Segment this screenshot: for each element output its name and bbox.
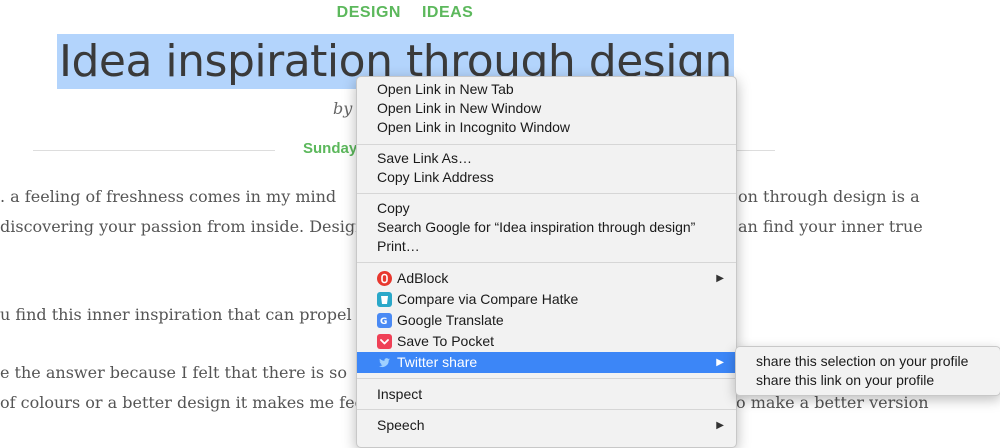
paragraph-text-left: e the answer because I felt that there i…	[0, 363, 347, 382]
menu-item-label: Open Link in Incognito Window	[377, 119, 570, 135]
menu-item-label: Compare via Compare Hatke	[397, 291, 579, 307]
menu-separator	[357, 409, 736, 410]
menu-item-print[interactable]: Print…	[357, 236, 736, 257]
paragraph-text-left: of colours or a better design it makes m…	[0, 393, 365, 412]
menu-item-label: Copy Link Address	[377, 169, 494, 185]
compare-hatke-icon	[377, 292, 392, 307]
menu-item-label: AdBlock	[397, 270, 449, 286]
menu-item-label: Twitter share	[397, 354, 478, 370]
paragraph-text-left: u find this inner inspiration that can p…	[0, 305, 366, 324]
menu-item-label: Copy	[377, 200, 410, 216]
submenu-arrow-icon: ▶	[716, 273, 724, 284]
pocket-icon	[377, 334, 392, 349]
menu-item-label: Google Translate	[397, 312, 504, 328]
menu-item-speech[interactable]: Speech ▶	[357, 415, 736, 436]
google-translate-icon: G	[377, 313, 392, 328]
twitter-share-submenu: share this selection on your profile sha…	[735, 346, 1000, 396]
paragraph-text-right: on through design is a	[738, 187, 920, 206]
svg-text:G: G	[380, 317, 387, 327]
submenu-arrow-icon: ▶	[716, 357, 724, 368]
menu-item-open-incognito[interactable]: Open Link in Incognito Window	[357, 117, 736, 138]
menu-item-label: Speech	[377, 417, 425, 433]
menu-item-label: Save To Pocket	[397, 333, 495, 349]
paragraph-text-right: an find your inner true	[738, 217, 923, 236]
category-design-link[interactable]: DESIGN	[337, 4, 401, 21]
menu-item-label: Search Google for “Idea inspiration thro…	[377, 219, 696, 235]
menu-item-save-to-pocket[interactable]: Save To Pocket	[357, 331, 736, 352]
menu-separator	[357, 144, 736, 145]
menu-item-label: Save Link As…	[377, 150, 472, 166]
category-ideas-link[interactable]: IDEAS	[422, 4, 473, 21]
menu-item-adblock[interactable]: AdBlock ▶	[357, 268, 736, 289]
menu-item-label: Inspect	[377, 386, 423, 402]
byline: by	[333, 99, 353, 118]
menu-item-label: Open Link in New Window	[377, 100, 542, 116]
paragraph-text-left: discovering your passion from inside. De…	[0, 217, 366, 236]
menu-item-twitter-share[interactable]: Twitter share ▶	[357, 352, 736, 373]
menu-item-search-google[interactable]: Search Google for “Idea inspiration thro…	[357, 217, 736, 238]
submenu-item-share-link[interactable]: share this link on your profile	[756, 371, 934, 390]
menu-item-open-new-window[interactable]: Open Link in New Window	[357, 98, 736, 119]
date-divider-right	[735, 150, 775, 151]
twitter-icon	[377, 355, 392, 370]
menu-item-inspect[interactable]: Inspect	[357, 384, 736, 405]
menu-separator	[357, 378, 736, 379]
menu-item-open-new-tab[interactable]: Open Link in New Tab	[357, 79, 736, 100]
paragraph-text-left: . a feeling of freshness comes in my min…	[0, 187, 337, 206]
menu-item-label: Open Link in New Tab	[377, 81, 514, 97]
context-menu: Open Link in New Tab Open Link in New Wi…	[356, 76, 737, 448]
menu-item-google-translate[interactable]: G Google Translate	[357, 310, 736, 331]
submenu-item-share-selection[interactable]: share this selection on your profile	[756, 352, 968, 371]
menu-item-compare-hatke[interactable]: Compare via Compare Hatke	[357, 289, 736, 310]
category-links: DESIGN IDEAS	[0, 4, 810, 22]
adblock-icon	[377, 271, 392, 286]
date-divider-left	[33, 150, 275, 151]
menu-item-save-link-as[interactable]: Save Link As…	[357, 148, 736, 169]
post-date: Sunday	[303, 140, 358, 157]
menu-separator	[357, 193, 736, 194]
submenu-arrow-icon: ▶	[716, 420, 724, 431]
menu-separator	[357, 262, 736, 263]
menu-item-label: Print…	[377, 238, 420, 254]
menu-item-copy[interactable]: Copy	[357, 198, 736, 219]
menu-item-copy-link-address[interactable]: Copy Link Address	[357, 167, 736, 188]
